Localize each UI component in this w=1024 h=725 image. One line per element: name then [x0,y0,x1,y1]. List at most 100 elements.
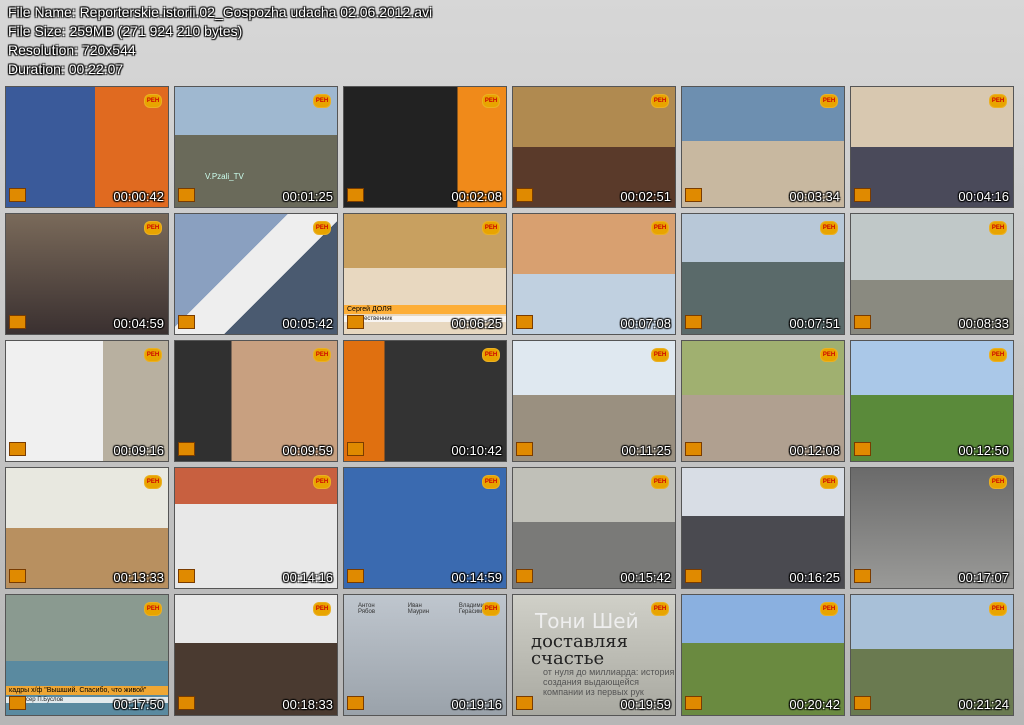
video-thumbnail[interactable]: РЕН 00:02:51 [512,86,676,208]
channel-logo-icon: РЕН [989,475,1007,489]
video-thumbnail[interactable]: РЕН 00:15:42 [512,467,676,589]
video-thumbnail[interactable]: РЕН 00:14:59 [343,467,507,589]
video-thumbnail[interactable]: РЕН 00:18:33 [174,594,338,716]
channel-logo-icon: РЕН [482,602,500,616]
timestamp: 00:04:16 [958,189,1009,204]
program-corner-icon [9,315,26,329]
channel-logo-icon: РЕН [313,475,331,489]
video-thumbnail[interactable]: РЕН 00:07:51 [681,213,845,335]
timestamp: 00:05:42 [282,316,333,331]
channel-logo-icon: РЕН [313,94,331,108]
video-thumbnail[interactable]: V.Pzali_TV РЕН 00:01:25 [174,86,338,208]
video-thumbnail[interactable]: РЕН 00:04:59 [5,213,169,335]
channel-logo-icon: РЕН [989,221,1007,235]
timestamp: 00:04:59 [113,316,164,331]
video-thumbnail[interactable]: РЕН 00:02:08 [343,86,507,208]
program-corner-icon [347,569,364,583]
video-thumbnail[interactable]: РЕН 00:00:42 [5,86,169,208]
channel-logo-icon: РЕН [651,348,669,362]
video-thumbnail[interactable]: Антон Рябов Иван Маурин Владимир Герасимов… [343,594,507,716]
program-corner-icon [685,315,702,329]
video-thumbnail[interactable]: РЕН 00:17:07 [850,467,1014,589]
video-thumbnail[interactable]: РЕН 00:13:33 [5,467,169,589]
book-author: Тони Шей [535,609,639,633]
program-corner-icon [178,315,195,329]
channel-logo-icon: РЕН [820,602,838,616]
video-thumbnail[interactable]: Сергей ДОЛЯ путешественник РЕН 00:06:25 [343,213,507,335]
channel-logo-icon: РЕН [144,475,162,489]
timestamp: 00:13:33 [113,570,164,585]
video-thumbnail[interactable]: РЕН 00:08:33 [850,213,1014,335]
program-corner-icon [9,696,26,710]
timestamp: 00:21:24 [958,697,1009,712]
timestamp: 00:03:34 [789,189,840,204]
channel-logo-icon: РЕН [144,221,162,235]
program-corner-icon [178,569,195,583]
caption-overlay: кадры х/ф "Вышший. Спасибо, что живой" [6,686,168,695]
channel-logo-icon: РЕН [144,348,162,362]
channel-logo-icon: РЕН [651,602,669,616]
channel-logo-icon: РЕН [989,94,1007,108]
channel-logo-icon: РЕН [482,221,500,235]
program-corner-icon [516,315,533,329]
program-corner-icon [854,442,871,456]
program-corner-icon [516,442,533,456]
video-thumbnail[interactable]: РЕН 00:20:42 [681,594,845,716]
program-corner-icon [685,188,702,202]
channel-logo-icon: РЕН [313,348,331,362]
timestamp: 00:19:59 [620,697,671,712]
video-thumbnail[interactable]: РЕН 00:16:25 [681,467,845,589]
channel-logo-icon: РЕН [651,94,669,108]
timestamp: 00:09:59 [282,443,333,458]
timestamp: 00:09:16 [113,443,164,458]
duration-line: Duration: 00:22:07 [8,61,124,77]
program-corner-icon [347,442,364,456]
poster-name: Антон Рябов [358,603,376,615]
program-corner-icon [685,696,702,710]
video-thumbnail[interactable]: РЕН 00:12:50 [850,340,1014,462]
poster-name: Иван Маурин [407,603,430,615]
program-corner-icon [9,442,26,456]
timestamp: 00:02:51 [620,189,671,204]
video-thumbnail[interactable]: РЕН 00:21:24 [850,594,1014,716]
program-corner-icon [516,569,533,583]
timestamp: 00:19:16 [451,697,502,712]
timestamp: 00:17:07 [958,570,1009,585]
video-thumbnail[interactable]: Тони Шей доставляя счастье от нуля до милл… [512,594,676,716]
program-corner-icon [516,188,533,202]
video-thumbnail[interactable]: РЕН 00:12:08 [681,340,845,462]
program-corner-icon [854,188,871,202]
program-corner-icon [9,569,26,583]
video-thumbnail[interactable]: РЕН 00:05:42 [174,213,338,335]
video-thumbnail[interactable]: РЕН 00:09:59 [174,340,338,462]
channel-logo-icon: РЕН [651,475,669,489]
video-thumbnail[interactable]: РЕН 00:10:42 [343,340,507,462]
timestamp: 00:12:50 [958,443,1009,458]
timestamp: 00:17:50 [113,697,164,712]
program-corner-icon [685,569,702,583]
video-thumbnail[interactable]: РЕН 00:03:34 [681,86,845,208]
caption-overlay: Сергей ДОЛЯ [344,305,506,314]
channel-logo-icon: РЕН [989,602,1007,616]
video-thumbnail[interactable]: РЕН 00:11:25 [512,340,676,462]
channel-logo-icon: РЕН [144,602,162,616]
channel-logo-icon: РЕН [651,221,669,235]
channel-logo-icon: РЕН [820,348,838,362]
program-corner-icon [516,696,533,710]
file-info-panel: File Name: Reporterskie.istorii.02_Gospo… [8,3,432,79]
channel-logo-icon: РЕН [820,221,838,235]
video-thumbnail[interactable]: РЕН 00:14:16 [174,467,338,589]
program-corner-icon [854,696,871,710]
timestamp: 00:07:51 [789,316,840,331]
program-corner-icon [347,315,364,329]
video-thumbnail[interactable]: кадры х/ф "Вышший. Спасибо, что живой" ре… [5,594,169,716]
book-title: доставляя счастье [531,631,628,669]
timestamp: 00:06:25 [451,316,502,331]
channel-logo-icon: РЕН [482,348,500,362]
video-thumbnail[interactable]: РЕН 00:07:08 [512,213,676,335]
timestamp: 00:12:08 [789,443,840,458]
timestamp: 00:14:16 [282,570,333,585]
video-thumbnail[interactable]: РЕН 00:09:16 [5,340,169,462]
timestamp: 00:01:25 [282,189,333,204]
video-thumbnail[interactable]: РЕН 00:04:16 [850,86,1014,208]
